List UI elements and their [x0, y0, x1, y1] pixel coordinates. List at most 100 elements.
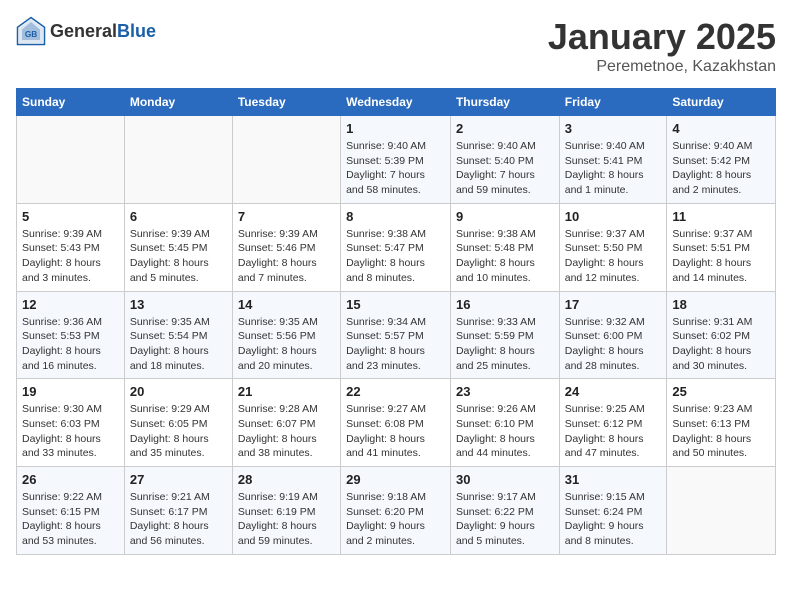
day-number: 5: [22, 209, 119, 224]
day-cell-9: 9 Sunrise: 9:38 AM Sunset: 5:48 PM Daylig…: [450, 203, 559, 291]
day-number: 13: [130, 297, 227, 312]
day-info: Sunrise: 9:33 AM Sunset: 5:59 PM Dayligh…: [456, 315, 554, 374]
day-number: 27: [130, 472, 227, 487]
day-info: Sunrise: 9:21 AM Sunset: 6:17 PM Dayligh…: [130, 490, 227, 549]
day-cell-4: 4 Sunrise: 9:40 AM Sunset: 5:42 PM Daylig…: [667, 116, 776, 204]
day-number: 9: [456, 209, 554, 224]
calendar-table: SundayMondayTuesdayWednesdayThursdayFrid…: [16, 88, 776, 555]
weekday-header-saturday: Saturday: [667, 89, 776, 116]
day-info: Sunrise: 9:18 AM Sunset: 6:20 PM Dayligh…: [346, 490, 445, 549]
day-info: Sunrise: 9:39 AM Sunset: 5:45 PM Dayligh…: [130, 227, 227, 286]
empty-cell: [124, 116, 232, 204]
empty-cell: [232, 116, 340, 204]
day-cell-31: 31 Sunrise: 9:15 AM Sunset: 6:24 PM Dayli…: [559, 467, 667, 555]
day-info: Sunrise: 9:25 AM Sunset: 6:12 PM Dayligh…: [565, 402, 662, 461]
day-number: 18: [672, 297, 770, 312]
weekday-header-monday: Monday: [124, 89, 232, 116]
day-number: 14: [238, 297, 335, 312]
day-info: Sunrise: 9:31 AM Sunset: 6:02 PM Dayligh…: [672, 315, 770, 374]
day-number: 17: [565, 297, 662, 312]
day-cell-17: 17Sunrise: 9:32 AM Sunset: 6:00 PM Dayli…: [559, 291, 667, 379]
day-info: Sunrise: 9:37 AM Sunset: 5:50 PM Dayligh…: [565, 227, 662, 286]
day-cell-29: 29 Sunrise: 9:18 AM Sunset: 6:20 PM Dayli…: [341, 467, 451, 555]
day-number: 12: [22, 297, 119, 312]
day-cell-30: 30Sunrise: 9:17 AM Sunset: 6:22 PM Dayli…: [450, 467, 559, 555]
day-info: Sunrise: 9:27 AM Sunset: 6:08 PM Dayligh…: [346, 402, 445, 461]
day-number: 29: [346, 472, 445, 487]
day-cell-8: 8 Sunrise: 9:38 AM Sunset: 5:47 PM Daylig…: [341, 203, 451, 291]
day-cell-24: 24 Sunrise: 9:25 AM Sunset: 6:12 PM Dayli…: [559, 379, 667, 467]
day-number: 20: [130, 384, 227, 399]
day-info: Sunrise: 9:29 AM Sunset: 6:05 PM Dayligh…: [130, 402, 227, 461]
day-cell-18: 18 Sunrise: 9:31 AM Sunset: 6:02 PM Dayli…: [667, 291, 776, 379]
day-number: 23: [456, 384, 554, 399]
logo-blue: Blue: [117, 21, 156, 41]
day-number: 19: [22, 384, 119, 399]
main-title: January 2025: [548, 16, 776, 58]
day-number: 3: [565, 121, 662, 136]
weekday-header-row: SundayMondayTuesdayWednesdayThursdayFrid…: [17, 89, 776, 116]
day-cell-10: 10 Sunrise: 9:37 AM Sunset: 5:50 PM Dayli…: [559, 203, 667, 291]
day-info: Sunrise: 9:38 AM Sunset: 5:48 PM Dayligh…: [456, 227, 554, 286]
title-area: January 2025 Peremetnoe, Kazakhstan: [548, 16, 776, 76]
day-number: 10: [565, 209, 662, 224]
day-number: 22: [346, 384, 445, 399]
day-info: Sunrise: 9:22 AM Sunset: 6:15 PM Dayligh…: [22, 490, 119, 549]
day-cell-27: 27 Sunrise: 9:21 AM Sunset: 6:17 PM Dayli…: [124, 467, 232, 555]
day-cell-6: 6Sunrise: 9:39 AM Sunset: 5:45 PM Daylig…: [124, 203, 232, 291]
day-info: Sunrise: 9:38 AM Sunset: 5:47 PM Dayligh…: [346, 227, 445, 286]
day-info: Sunrise: 9:34 AM Sunset: 5:57 PM Dayligh…: [346, 315, 445, 374]
day-number: 16: [456, 297, 554, 312]
logo-icon: GB: [16, 16, 46, 46]
day-number: 4: [672, 121, 770, 136]
day-cell-23: 23 Sunrise: 9:26 AM Sunset: 6:10 PM Dayli…: [450, 379, 559, 467]
day-number: 7: [238, 209, 335, 224]
day-number: 11: [672, 209, 770, 224]
day-cell-13: 13 Sunrise: 9:35 AM Sunset: 5:54 PM Dayli…: [124, 291, 232, 379]
day-number: 26: [22, 472, 119, 487]
day-info: Sunrise: 9:40 AM Sunset: 5:42 PM Dayligh…: [672, 139, 770, 198]
day-cell-21: 21Sunrise: 9:28 AM Sunset: 6:07 PM Dayli…: [232, 379, 340, 467]
day-cell-20: 20 Sunrise: 9:29 AM Sunset: 6:05 PM Dayli…: [124, 379, 232, 467]
weekday-header-sunday: Sunday: [17, 89, 125, 116]
day-info: Sunrise: 9:39 AM Sunset: 5:43 PM Dayligh…: [22, 227, 119, 286]
day-info: Sunrise: 9:40 AM Sunset: 5:40 PM Dayligh…: [456, 139, 554, 198]
day-info: Sunrise: 9:17 AM Sunset: 6:22 PM Dayligh…: [456, 490, 554, 549]
week-row-3: 12Sunrise: 9:36 AM Sunset: 5:53 PM Dayli…: [17, 291, 776, 379]
day-cell-15: 15 Sunrise: 9:34 AM Sunset: 5:57 PM Dayli…: [341, 291, 451, 379]
weekday-header-tuesday: Tuesday: [232, 89, 340, 116]
day-cell-1: 1 Sunrise: 9:40 AM Sunset: 5:39 PM Daylig…: [341, 116, 451, 204]
day-cell-2: 2 Sunrise: 9:40 AM Sunset: 5:40 PM Daylig…: [450, 116, 559, 204]
svg-text:GB: GB: [25, 30, 37, 39]
day-number: 31: [565, 472, 662, 487]
day-info: Sunrise: 9:40 AM Sunset: 5:39 PM Dayligh…: [346, 139, 445, 198]
week-row-2: 5 Sunrise: 9:39 AM Sunset: 5:43 PM Daylig…: [17, 203, 776, 291]
week-row-5: 26 Sunrise: 9:22 AM Sunset: 6:15 PM Dayli…: [17, 467, 776, 555]
day-number: 1: [346, 121, 445, 136]
day-info: Sunrise: 9:23 AM Sunset: 6:13 PM Dayligh…: [672, 402, 770, 461]
day-cell-3: 3Sunrise: 9:40 AM Sunset: 5:41 PM Daylig…: [559, 116, 667, 204]
day-number: 15: [346, 297, 445, 312]
day-cell-28: 28 Sunrise: 9:19 AM Sunset: 6:19 PM Dayli…: [232, 467, 340, 555]
day-cell-22: 22 Sunrise: 9:27 AM Sunset: 6:08 PM Dayli…: [341, 379, 451, 467]
empty-cell: [17, 116, 125, 204]
day-info: Sunrise: 9:26 AM Sunset: 6:10 PM Dayligh…: [456, 402, 554, 461]
day-number: 28: [238, 472, 335, 487]
day-info: Sunrise: 9:30 AM Sunset: 6:03 PM Dayligh…: [22, 402, 119, 461]
day-cell-19: 19 Sunrise: 9:30 AM Sunset: 6:03 PM Dayli…: [17, 379, 125, 467]
day-info: Sunrise: 9:37 AM Sunset: 5:51 PM Dayligh…: [672, 227, 770, 286]
day-info: Sunrise: 9:39 AM Sunset: 5:46 PM Dayligh…: [238, 227, 335, 286]
week-row-4: 19 Sunrise: 9:30 AM Sunset: 6:03 PM Dayli…: [17, 379, 776, 467]
weekday-header-thursday: Thursday: [450, 89, 559, 116]
day-cell-26: 26 Sunrise: 9:22 AM Sunset: 6:15 PM Dayli…: [17, 467, 125, 555]
day-number: 2: [456, 121, 554, 136]
day-number: 24: [565, 384, 662, 399]
header: GB GeneralBlue January 2025 Peremetnoe, …: [16, 16, 776, 76]
day-info: Sunrise: 9:35 AM Sunset: 5:54 PM Dayligh…: [130, 315, 227, 374]
day-number: 25: [672, 384, 770, 399]
empty-cell: [667, 467, 776, 555]
day-info: Sunrise: 9:19 AM Sunset: 6:19 PM Dayligh…: [238, 490, 335, 549]
day-number: 8: [346, 209, 445, 224]
day-info: Sunrise: 9:15 AM Sunset: 6:24 PM Dayligh…: [565, 490, 662, 549]
day-info: Sunrise: 9:28 AM Sunset: 6:07 PM Dayligh…: [238, 402, 335, 461]
